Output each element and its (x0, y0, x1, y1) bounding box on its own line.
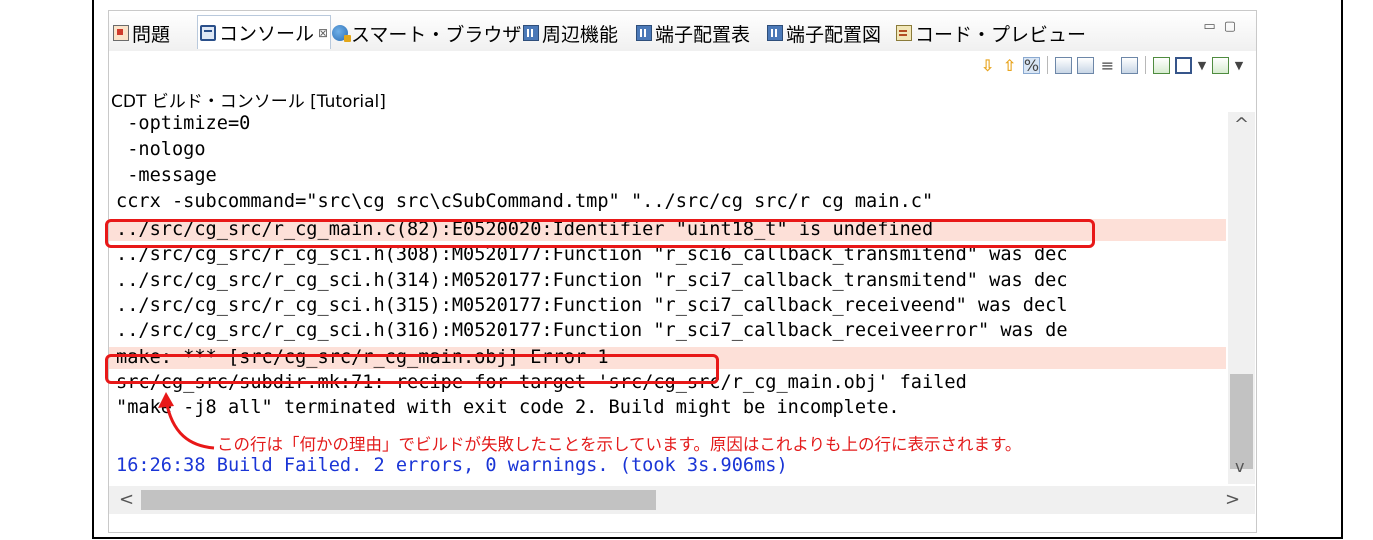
tab-label: コード・プレビュー (915, 23, 1087, 46)
chevron-down-icon[interactable]: ▼ (1234, 57, 1244, 74)
scroll-lock-icon[interactable] (1077, 56, 1094, 74)
display-console-icon[interactable] (1153, 56, 1170, 74)
tab-console[interactable]: コンソール ⊠ (197, 15, 332, 49)
pin-console-icon[interactable] (1121, 56, 1138, 74)
console-line: -nologo (116, 139, 206, 160)
tab-label: スマート・ブラウザー (351, 23, 541, 46)
console-line: -message (116, 165, 217, 186)
console-toolbar: ⇩ ⇧ % ≡ ▼ ▼ (979, 53, 1244, 77)
console-line: ../src/cg_src/r_cg_sci.h(314):M0520177:F… (116, 270, 1068, 291)
scroll-down-icon[interactable]: v (1235, 457, 1244, 476)
chevron-down-icon[interactable]: ▼ (1197, 57, 1207, 74)
annotation-arrow-icon (158, 392, 215, 450)
scroll-right-icon[interactable]: > (1225, 489, 1240, 510)
problems-icon (113, 25, 129, 41)
code-preview-icon (896, 25, 912, 41)
tab-label: 端子配置表 (655, 23, 751, 46)
error-highlight-box (105, 354, 719, 384)
tab-pin-table[interactable]: 端子配置表 (634, 18, 750, 48)
console-output[interactable]: -optimize=0 -nologo -message ccrx -subco… (109, 112, 1226, 484)
error-highlight-box (105, 219, 1095, 248)
vertical-scrollbar[interactable]: ^ v (1228, 112, 1255, 484)
tab-problems[interactable]: 問題 (111, 18, 170, 48)
tab-label: コンソール (219, 23, 315, 45)
toolbar-separator (1047, 56, 1048, 74)
console-title: CDT ビルド・コンソール [Tutorial] (111, 92, 386, 112)
toolbar-separator (1145, 56, 1146, 74)
monitor-icon[interactable] (1175, 56, 1192, 74)
arrow-up-icon[interactable]: ⇧ (1001, 56, 1018, 75)
word-wrap-icon[interactable]: ≡ (1099, 56, 1116, 75)
tab-label: 問題 (132, 23, 171, 46)
pin-diagram-icon (767, 25, 783, 41)
tab-label: 端子配置図 (786, 23, 882, 46)
scroll-left-icon[interactable]: < (119, 489, 134, 510)
console-line: -optimize=0 (116, 113, 251, 134)
new-console-icon[interactable] (1212, 56, 1229, 74)
annotation-note: この行は「何かの理由」でビルドが失敗したことを示しています。原因はこれよりも上の… (217, 435, 1022, 454)
console-line: ../src/cg_src/r_cg_sci.h(316):M0520177:F… (116, 320, 1068, 341)
console-line: ccrx -subcommand="src\cg src\cSubCommand… (116, 191, 934, 212)
smart-browser-icon (332, 25, 351, 42)
scrollbar-thumb[interactable] (1230, 374, 1253, 469)
tab-pin-diagram[interactable]: 端子配置図 (765, 18, 881, 48)
arrow-down-icon[interactable]: ⇩ (979, 56, 996, 75)
window-controls: ▭▢ (1203, 19, 1244, 34)
pin-table-icon (636, 25, 652, 41)
tab-smart-browser[interactable]: スマート・ブラウザー (330, 18, 540, 48)
tab-label: 周辺機能 (542, 23, 619, 46)
console-line: "make -j8 all" terminated with exit code… (116, 397, 900, 418)
console-line: ../src/cg_src/r_cg_sci.h(315):M0520177:F… (116, 295, 1068, 316)
scrollbar-thumb[interactable] (141, 490, 656, 510)
console-icon (200, 24, 216, 41)
link-icon[interactable]: % (1023, 56, 1040, 75)
peripheral-icon (523, 25, 539, 41)
maximize-icon[interactable]: ▢ (1224, 19, 1244, 34)
clear-console-icon[interactable] (1055, 56, 1072, 74)
tab-bar: 問題 コンソール ⊠ スマート・ブラウザー 周辺機能 端子配置表 端子配置図 コ… (109, 11, 1256, 51)
tab-code-preview[interactable]: コード・プレビュー (894, 18, 1086, 48)
scroll-up-icon[interactable]: ^ (1234, 114, 1249, 135)
tab-peripheral[interactable]: 周辺機能 (521, 18, 618, 48)
minimize-icon[interactable]: ▭ (1203, 19, 1223, 34)
build-status-line: 16:26:38 Build Failed. 2 errors, 0 warni… (116, 455, 788, 476)
close-icon[interactable]: ⊠ (318, 26, 328, 40)
horizontal-scrollbar[interactable]: < > (109, 486, 1255, 514)
